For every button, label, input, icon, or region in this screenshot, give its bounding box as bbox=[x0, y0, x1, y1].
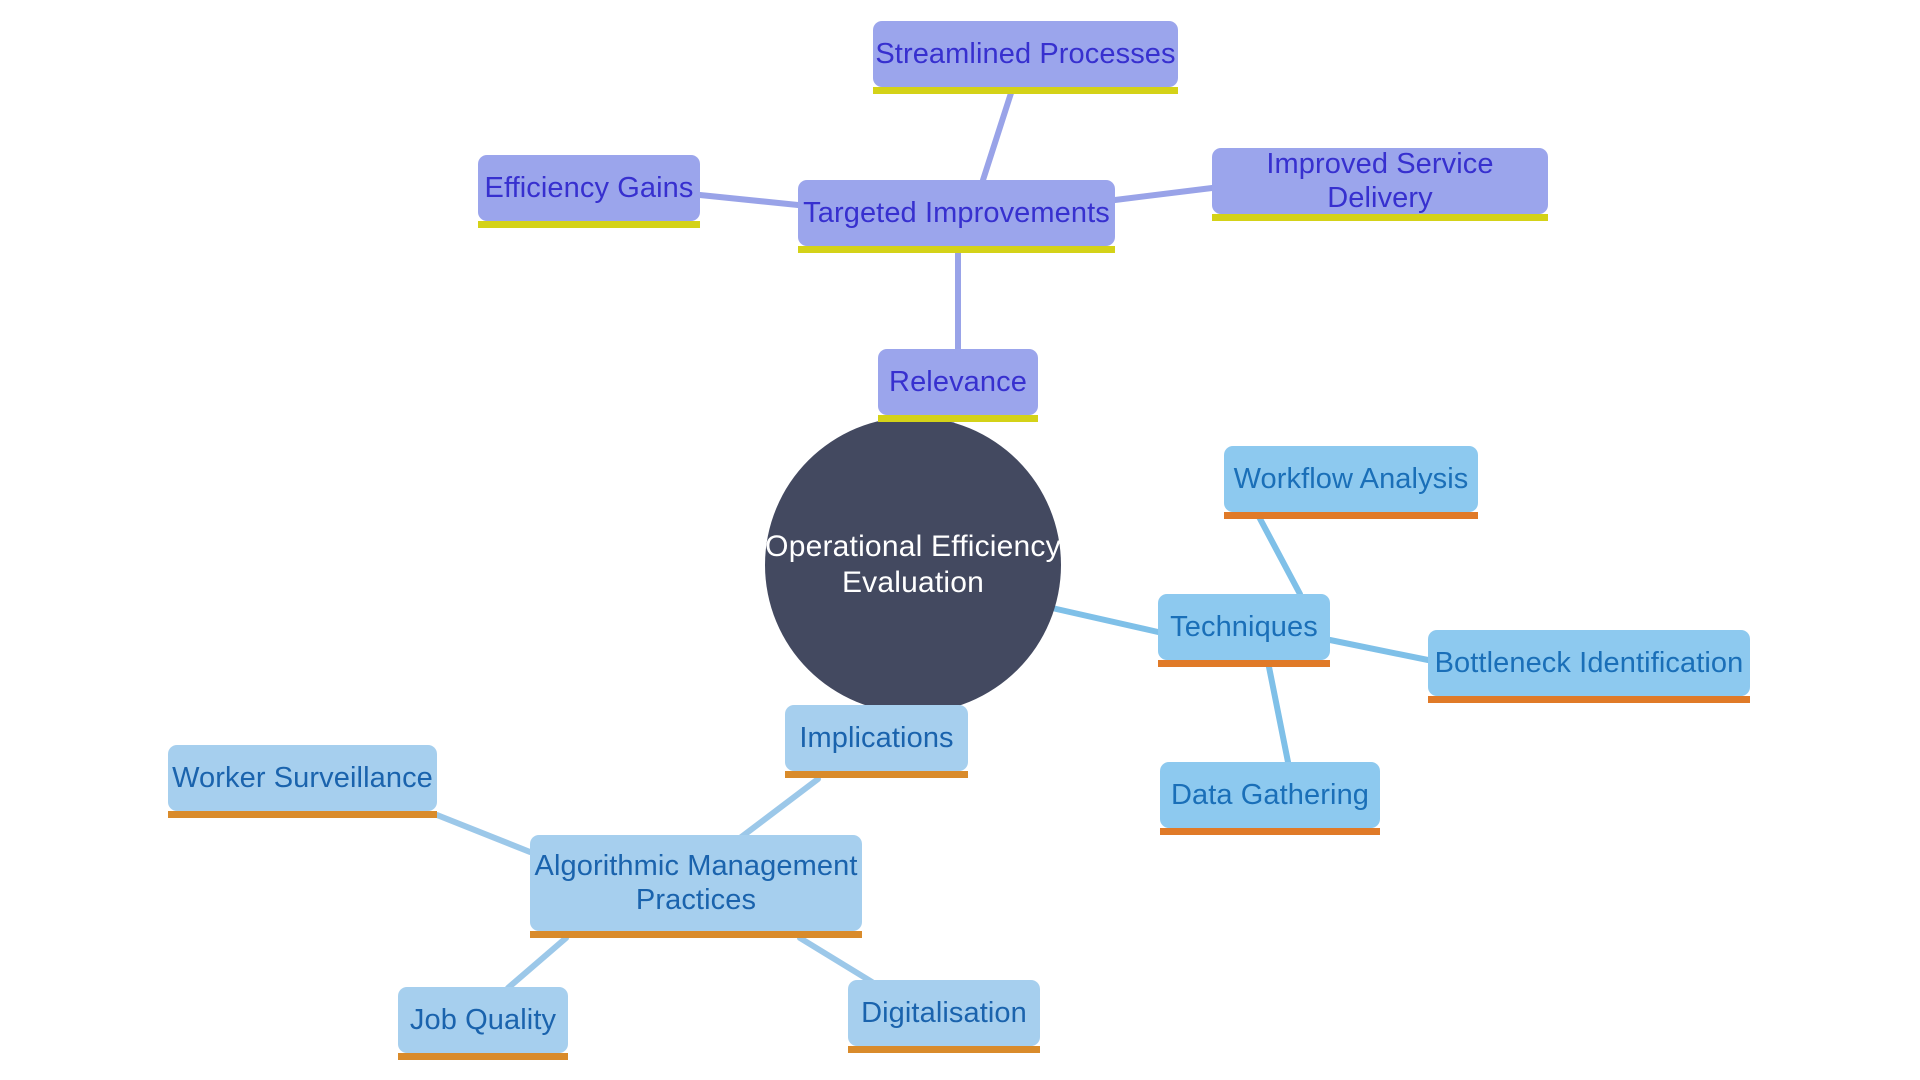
node-label-job-quality: Job Quality bbox=[409, 1003, 557, 1036]
node-accent-bar-job-quality bbox=[398, 1053, 568, 1060]
node-digitalisation[interactable]: Digitalisation bbox=[848, 980, 1040, 1053]
node-label-data-gathering: Data Gathering bbox=[1170, 778, 1370, 811]
edge-center-to-techniques bbox=[1049, 605, 1161, 635]
edge-techniques-to-workflow-analysis bbox=[1255, 512, 1303, 597]
edge-algorithmic-management-practices-to-digitalisation bbox=[797, 935, 875, 985]
node-label-techniques: Techniques bbox=[1170, 610, 1318, 643]
node-label-targeted-improvements: Targeted Improvements bbox=[803, 196, 1110, 229]
center-node[interactable]: Operational Efficiency Evaluation bbox=[765, 417, 1061, 713]
node-accent-bar-digitalisation bbox=[848, 1046, 1040, 1053]
node-job-quality[interactable]: Job Quality bbox=[398, 987, 568, 1060]
node-label-improved-service-delivery: Improved Service Delivery bbox=[1266, 147, 1494, 214]
node-accent-bar-bottleneck-identification bbox=[1428, 696, 1750, 703]
node-streamlined-processes[interactable]: Streamlined Processes bbox=[873, 21, 1178, 94]
node-efficiency-gains[interactable]: Efficiency Gains bbox=[478, 155, 700, 228]
node-label-efficiency-gains: Efficiency Gains bbox=[484, 171, 694, 204]
node-label-digitalisation: Digitalisation bbox=[861, 996, 1027, 1029]
node-accent-bar-streamlined-processes bbox=[873, 87, 1178, 94]
edge-targeted-improvements-to-improved-service-delivery bbox=[1112, 185, 1215, 203]
node-label-implications: Implications bbox=[799, 721, 954, 754]
node-algorithmic-management-practices[interactable]: Algorithmic Management Practices bbox=[530, 835, 862, 938]
node-targeted-improvements[interactable]: Targeted Improvements bbox=[798, 180, 1115, 253]
node-accent-bar-targeted-improvements bbox=[798, 246, 1115, 253]
node-worker-surveillance[interactable]: Worker Surveillance bbox=[168, 745, 437, 818]
node-relevance[interactable]: Relevance bbox=[878, 349, 1038, 422]
node-techniques[interactable]: Techniques bbox=[1158, 594, 1330, 667]
node-implications[interactable]: Implications bbox=[785, 705, 968, 778]
node-label-workflow-analysis: Workflow Analysis bbox=[1233, 462, 1469, 495]
edge-implications-to-algorithmic-management-practices bbox=[737, 776, 821, 841]
node-label-algorithmic-management-practices: Algorithmic Management Practices bbox=[534, 849, 858, 916]
node-accent-bar-algorithmic-management-practices bbox=[530, 931, 862, 938]
node-bottleneck-identification[interactable]: Bottleneck Identification bbox=[1428, 630, 1750, 703]
node-label-worker-surveillance: Worker Surveillance bbox=[172, 761, 433, 794]
mindmap-canvas: Operational Efficiency Evaluation Streaml… bbox=[0, 0, 1920, 1080]
node-workflow-analysis[interactable]: Workflow Analysis bbox=[1224, 446, 1478, 519]
node-label-streamlined-processes: Streamlined Processes bbox=[875, 37, 1176, 70]
edge-algorithmic-management-practices-to-worker-surveillance bbox=[434, 812, 533, 855]
node-accent-bar-workflow-analysis bbox=[1224, 512, 1478, 519]
edge-techniques-to-bottleneck-identification bbox=[1327, 637, 1431, 663]
node-label-bottleneck-identification: Bottleneck Identification bbox=[1434, 646, 1744, 679]
node-accent-bar-improved-service-delivery bbox=[1212, 214, 1548, 221]
node-accent-bar-efficiency-gains bbox=[478, 221, 700, 228]
node-accent-bar-data-gathering bbox=[1160, 828, 1380, 835]
node-label-relevance: Relevance bbox=[889, 365, 1027, 398]
node-accent-bar-worker-surveillance bbox=[168, 811, 437, 818]
edge-targeted-improvements-to-efficiency-gains bbox=[697, 192, 801, 208]
edge-targeted-improvements-to-streamlined-processes bbox=[980, 87, 1015, 183]
node-improved-service-delivery[interactable]: Improved Service Delivery bbox=[1212, 147, 1548, 221]
node-accent-bar-implications bbox=[785, 771, 968, 778]
node-accent-bar-techniques bbox=[1158, 660, 1330, 667]
node-data-gathering[interactable]: Data Gathering bbox=[1160, 762, 1380, 835]
edge-algorithmic-management-practices-to-job-quality bbox=[505, 935, 569, 991]
node-accent-bar-relevance bbox=[878, 415, 1038, 422]
edge-techniques-to-data-gathering bbox=[1265, 659, 1291, 765]
